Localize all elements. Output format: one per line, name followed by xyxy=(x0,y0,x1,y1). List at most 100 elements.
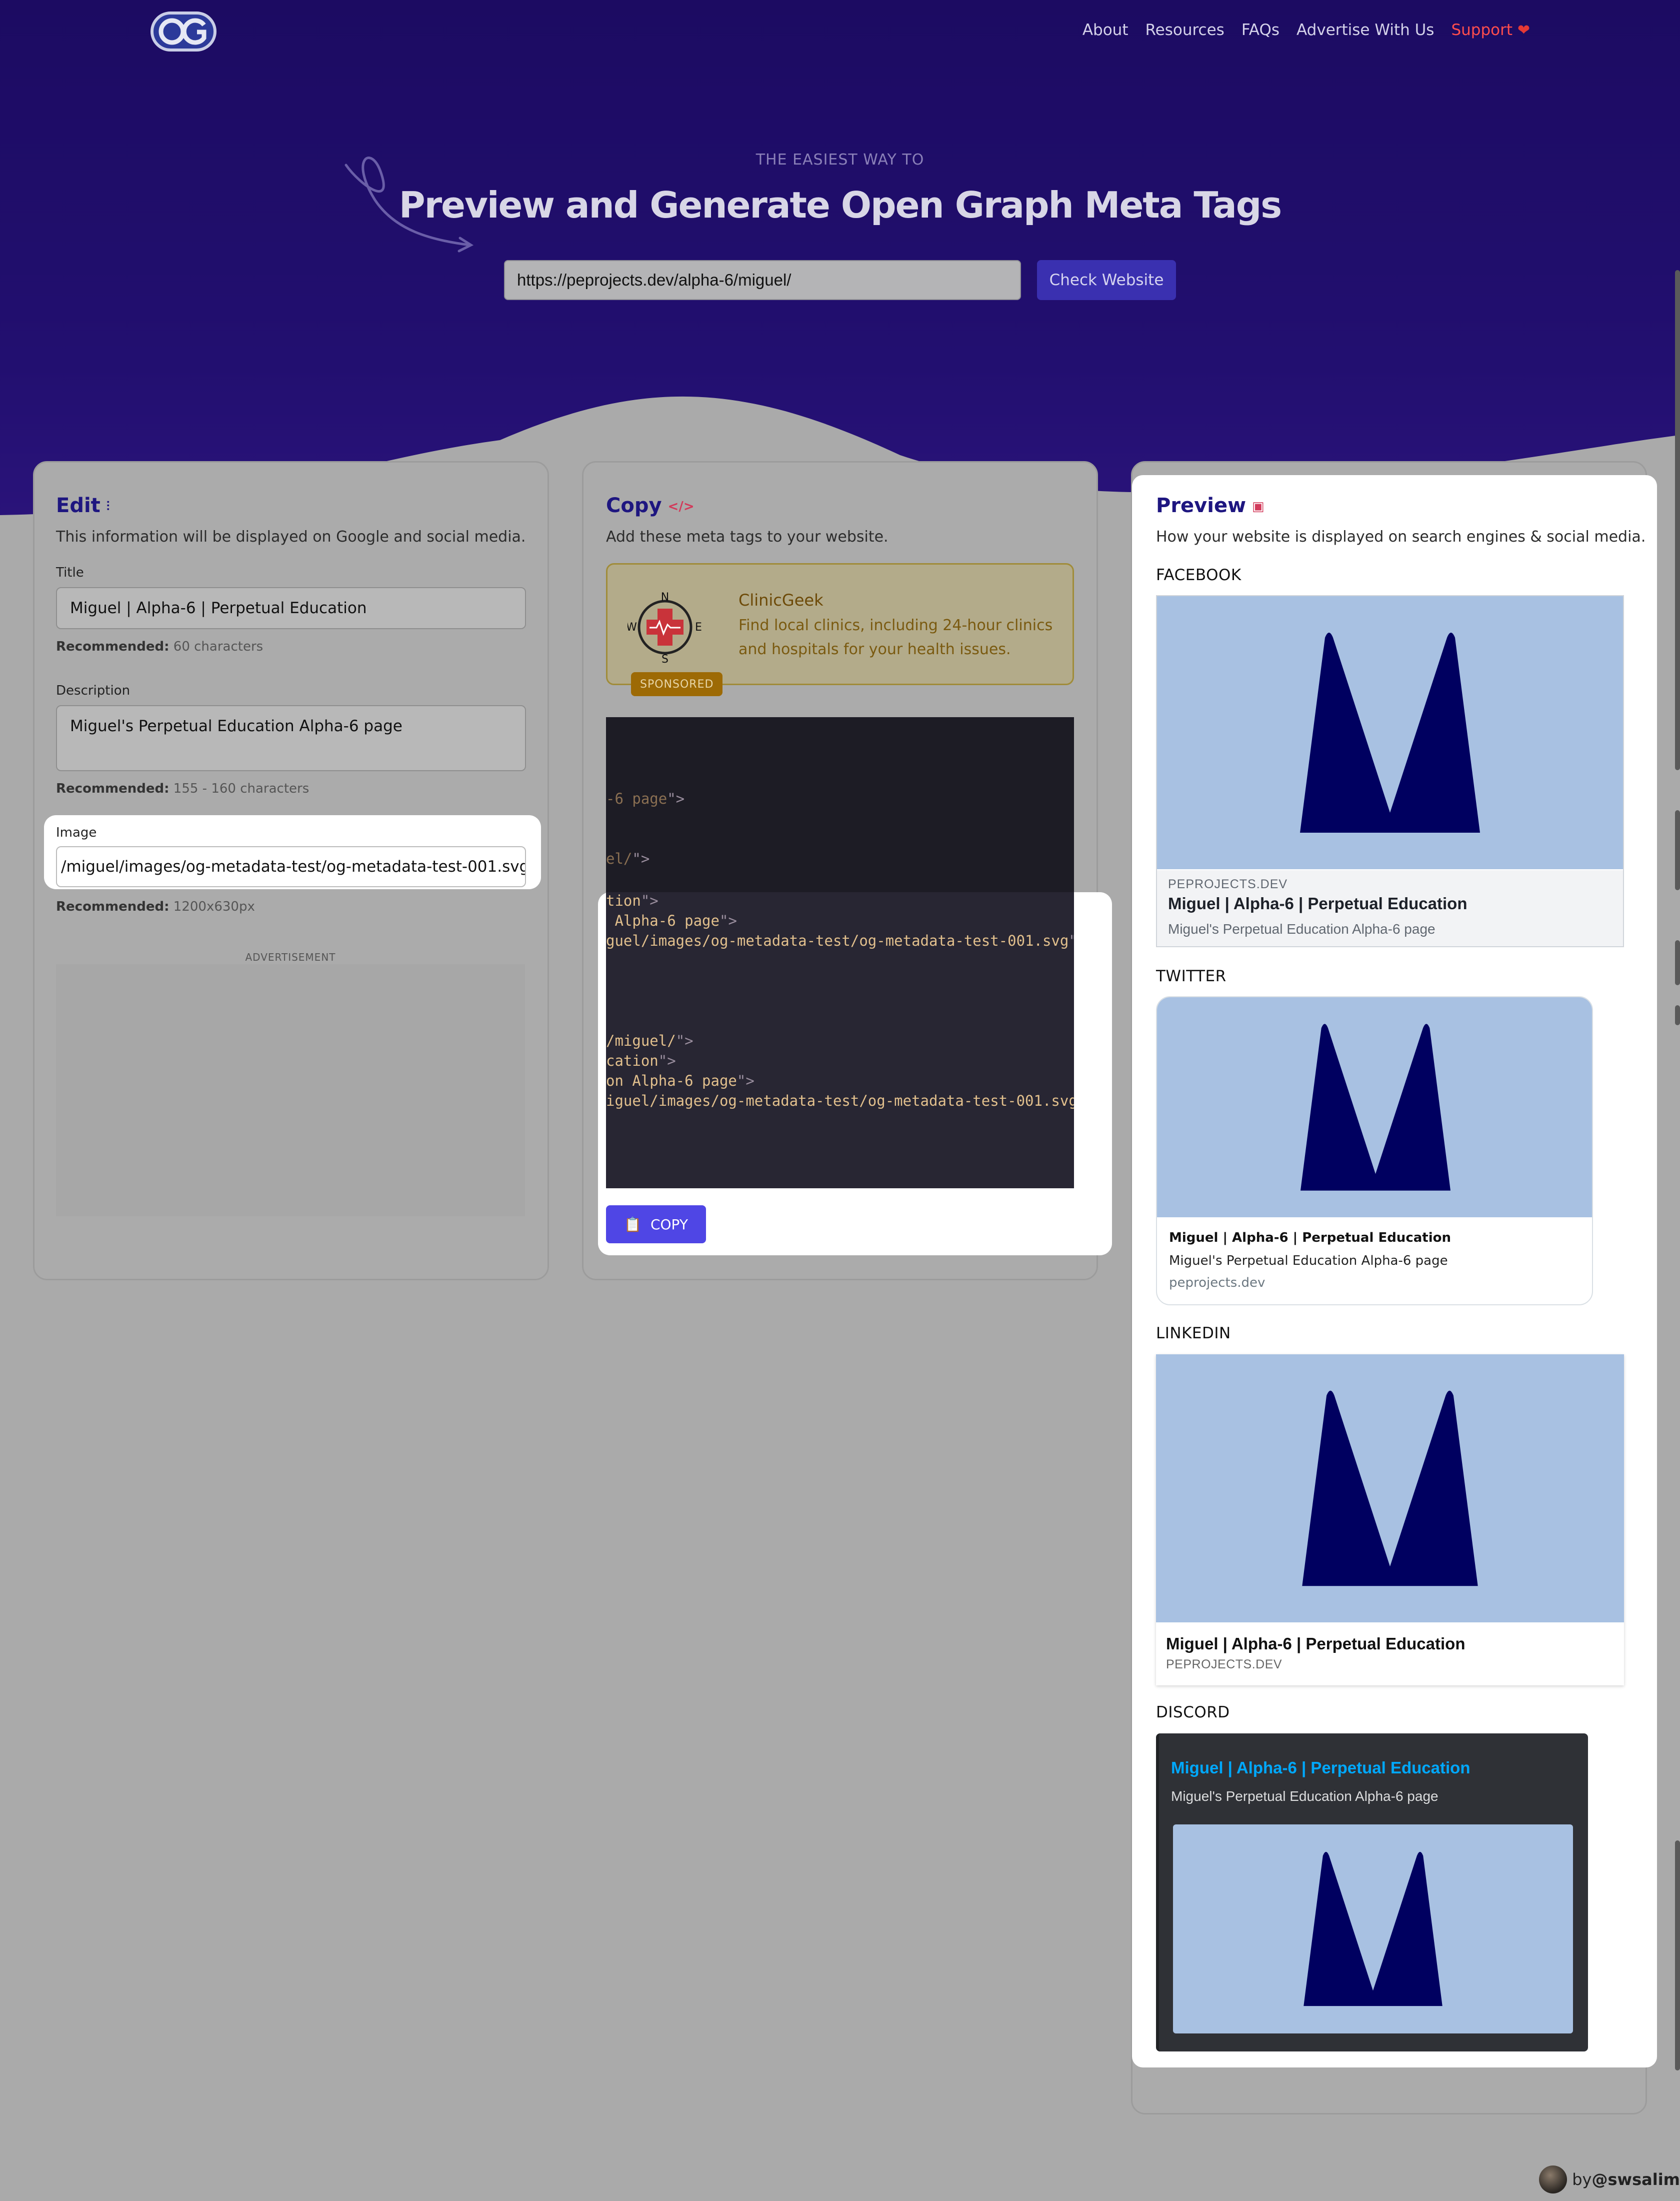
byline-prefix: by xyxy=(1572,2170,1592,2189)
byline-text: by@swsalim xyxy=(1572,2170,1680,2189)
code-line-text: iguel/images/og-metadata-test/og-metadat… xyxy=(606,1092,1074,1109)
facebook-title: Miguel | Alpha-6 | Perpetual Education xyxy=(1168,894,1468,913)
facebook-description: Miguel's Perpetual Education Alpha-6 pag… xyxy=(1168,921,1436,937)
image-input[interactable]: /miguel/images/og-metadata-test/og-metad… xyxy=(56,846,526,887)
edit-title-text: Edit xyxy=(56,494,100,517)
linkedin-label: LINKEDIN xyxy=(1156,1324,1231,1342)
preview-title-text: Preview xyxy=(1156,494,1246,517)
preview-card-title: Preview ▣ xyxy=(1156,494,1264,517)
title-hint: Recommended: 60 characters xyxy=(56,639,263,654)
code-line: -6 page"> xyxy=(606,790,684,807)
sliders-icon: ⫶ xyxy=(106,499,110,514)
code-line: el/"> xyxy=(606,850,650,867)
twitter-title: Miguel | Alpha-6 | Perpetual Education xyxy=(1169,1230,1451,1245)
scrollbar-segment xyxy=(1675,270,1680,770)
preview-subtitle: How your website is displayed on search … xyxy=(1156,528,1646,546)
svg-text:W: W xyxy=(628,621,637,634)
heart-icon: ❤ xyxy=(1517,22,1530,39)
hero-eyebrow: THE EASIEST WAY TO xyxy=(756,151,924,169)
copy-button[interactable]: 📋 COPY xyxy=(606,1205,706,1243)
title-hint-value: 60 characters xyxy=(173,639,264,654)
code-line-quote: "> xyxy=(632,850,650,867)
scrollbar-segment xyxy=(1675,810,1680,890)
nav-faqs[interactable]: FAQs xyxy=(1242,21,1280,39)
m-logo-icon xyxy=(1300,633,1480,833)
byline[interactable]: by@swsalim xyxy=(1539,2165,1680,2193)
nav-about[interactable]: About xyxy=(1082,21,1128,39)
twitter-og-image xyxy=(1157,997,1592,1217)
advertisement-label: ADVERTISEMENT xyxy=(245,951,336,963)
sponsor-description: Find local clinics, including 24-hour cl… xyxy=(738,617,1053,658)
meta-tags-code-block[interactable]: -6 page"> el/"> tion"> Alpha-6 page"> gu… xyxy=(606,717,1074,1188)
code-line-quote: "> xyxy=(667,790,685,807)
code-line-text: guel/images/og-metadata-test/og-metadata… xyxy=(606,932,1069,949)
image-hint: Recommended: 1200x630px xyxy=(56,899,255,914)
image-hint-label: Recommended: xyxy=(56,899,170,914)
m-logo-icon xyxy=(1300,1024,1450,1191)
code-line-quote: "> xyxy=(640,892,658,909)
code-line-text: -6 page xyxy=(606,790,668,807)
code-line: tion"> xyxy=(606,892,658,909)
discord-og-image xyxy=(1173,1824,1573,2033)
code-line-text: cation xyxy=(606,1052,658,1069)
sponsor-ad[interactable]: N S W E ClinicGeek Find local clinics, i… xyxy=(606,563,1074,685)
scrollbar-segment xyxy=(1675,1005,1680,1025)
sponsored-badge: SPONSORED xyxy=(631,672,723,696)
linkedin-domain: PEPROJECTS.DEV xyxy=(1166,1657,1282,1671)
code-line: on Alpha-6 page"> xyxy=(606,1072,754,1089)
scrollbar-segment xyxy=(1675,940,1680,985)
nav-resources[interactable]: Resources xyxy=(1145,21,1224,39)
byline-handle: @swsalim xyxy=(1592,2170,1680,2189)
m-logo-icon xyxy=(1302,1390,1478,1586)
check-website-button[interactable]: Check Website xyxy=(1037,260,1176,300)
code-line: cation"> xyxy=(606,1052,676,1069)
description-hint-label: Recommended: xyxy=(56,781,170,796)
og-logo[interactable] xyxy=(150,10,217,53)
nav-support[interactable]: Support ❤ xyxy=(1451,21,1530,39)
title-label: Title xyxy=(56,565,84,580)
clipboard-icon: 📋 xyxy=(624,1216,642,1233)
code-line-quote: "> xyxy=(736,1072,754,1089)
code-line-text: on Alpha-6 page xyxy=(606,1072,737,1089)
code-line-text: /miguel/ xyxy=(606,1032,676,1049)
facebook-label: FACEBOOK xyxy=(1156,566,1242,584)
description-label: Description xyxy=(56,683,130,698)
scrollbar-segment xyxy=(1675,1840,1680,2070)
page-title: Preview and Generate Open Graph Meta Tag… xyxy=(398,184,1282,226)
code-line-quote: "> xyxy=(719,912,737,929)
edit-card-title: Edit ⫶ xyxy=(56,494,110,517)
image-hint-value: 1200x630px xyxy=(173,899,255,914)
code-line-text: tion xyxy=(606,892,641,909)
top-nav: About Resources FAQs Advertise With Us S… xyxy=(1082,21,1530,39)
image-label: Image xyxy=(56,825,97,840)
svg-text:S: S xyxy=(662,653,668,665)
title-input[interactable]: Miguel | Alpha-6 | Perpetual Education xyxy=(56,587,526,629)
discord-description: Miguel's Perpetual Education Alpha-6 pag… xyxy=(1171,1788,1438,1804)
copy-button-label: COPY xyxy=(650,1216,688,1233)
url-input[interactable] xyxy=(504,260,1021,300)
discord-label: DISCORD xyxy=(1156,1703,1230,1721)
clinic-compass-icon: N S W E xyxy=(628,591,702,665)
advertisement-slot[interactable] xyxy=(56,964,525,1216)
description-hint: Recommended: 155 - 160 characters xyxy=(56,781,309,796)
code-line-text: el/ xyxy=(606,850,632,867)
description-textarea[interactable]: Miguel's Perpetual Education Alpha-6 pag… xyxy=(56,705,526,771)
code-line: iguel/images/og-metadata-test/og-metadat… xyxy=(606,1092,1074,1109)
svg-text:N: N xyxy=(661,591,669,604)
code-icon: </> xyxy=(668,499,694,514)
facebook-og-image xyxy=(1157,596,1623,869)
nav-advertise[interactable]: Advertise With Us xyxy=(1296,21,1434,39)
m-logo-icon xyxy=(1304,1851,1442,2006)
discord-preview-card[interactable] xyxy=(1156,1733,1588,2051)
linkedin-title: Miguel | Alpha-6 | Perpetual Education xyxy=(1166,1634,1466,1653)
nav-support-label: Support xyxy=(1451,21,1512,39)
image-icon: ▣ xyxy=(1252,499,1264,514)
discord-title: Miguel | Alpha-6 | Perpetual Education xyxy=(1171,1758,1470,1777)
linkedin-og-image xyxy=(1156,1354,1624,1622)
title-hint-label: Recommended: xyxy=(56,639,170,654)
twitter-domain: peprojects.dev xyxy=(1169,1275,1266,1290)
code-line: Alpha-6 page"> xyxy=(606,912,737,929)
copy-subtitle: Add these meta tags to your website. xyxy=(606,528,888,546)
edit-subtitle: This information will be displayed on Go… xyxy=(56,528,526,546)
code-line-quote: "> xyxy=(658,1052,676,1069)
